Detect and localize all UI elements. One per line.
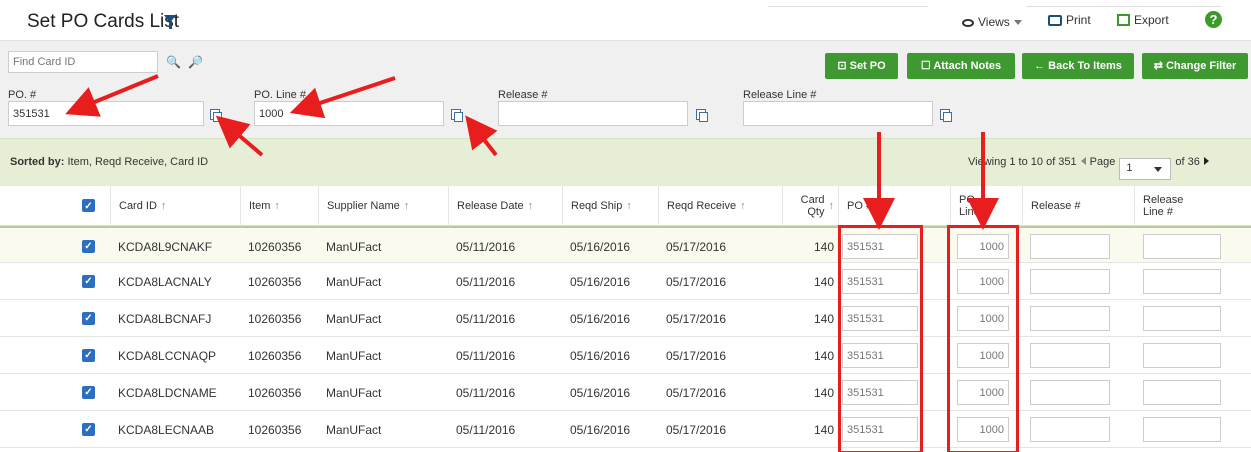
annotation-arrow bbox=[215, 115, 264, 157]
annotation-arrow bbox=[465, 115, 498, 157]
annotation-arrows bbox=[65, 74, 999, 230]
annotation-arrow bbox=[65, 74, 159, 117]
annotation-arrow bbox=[289, 76, 396, 119]
